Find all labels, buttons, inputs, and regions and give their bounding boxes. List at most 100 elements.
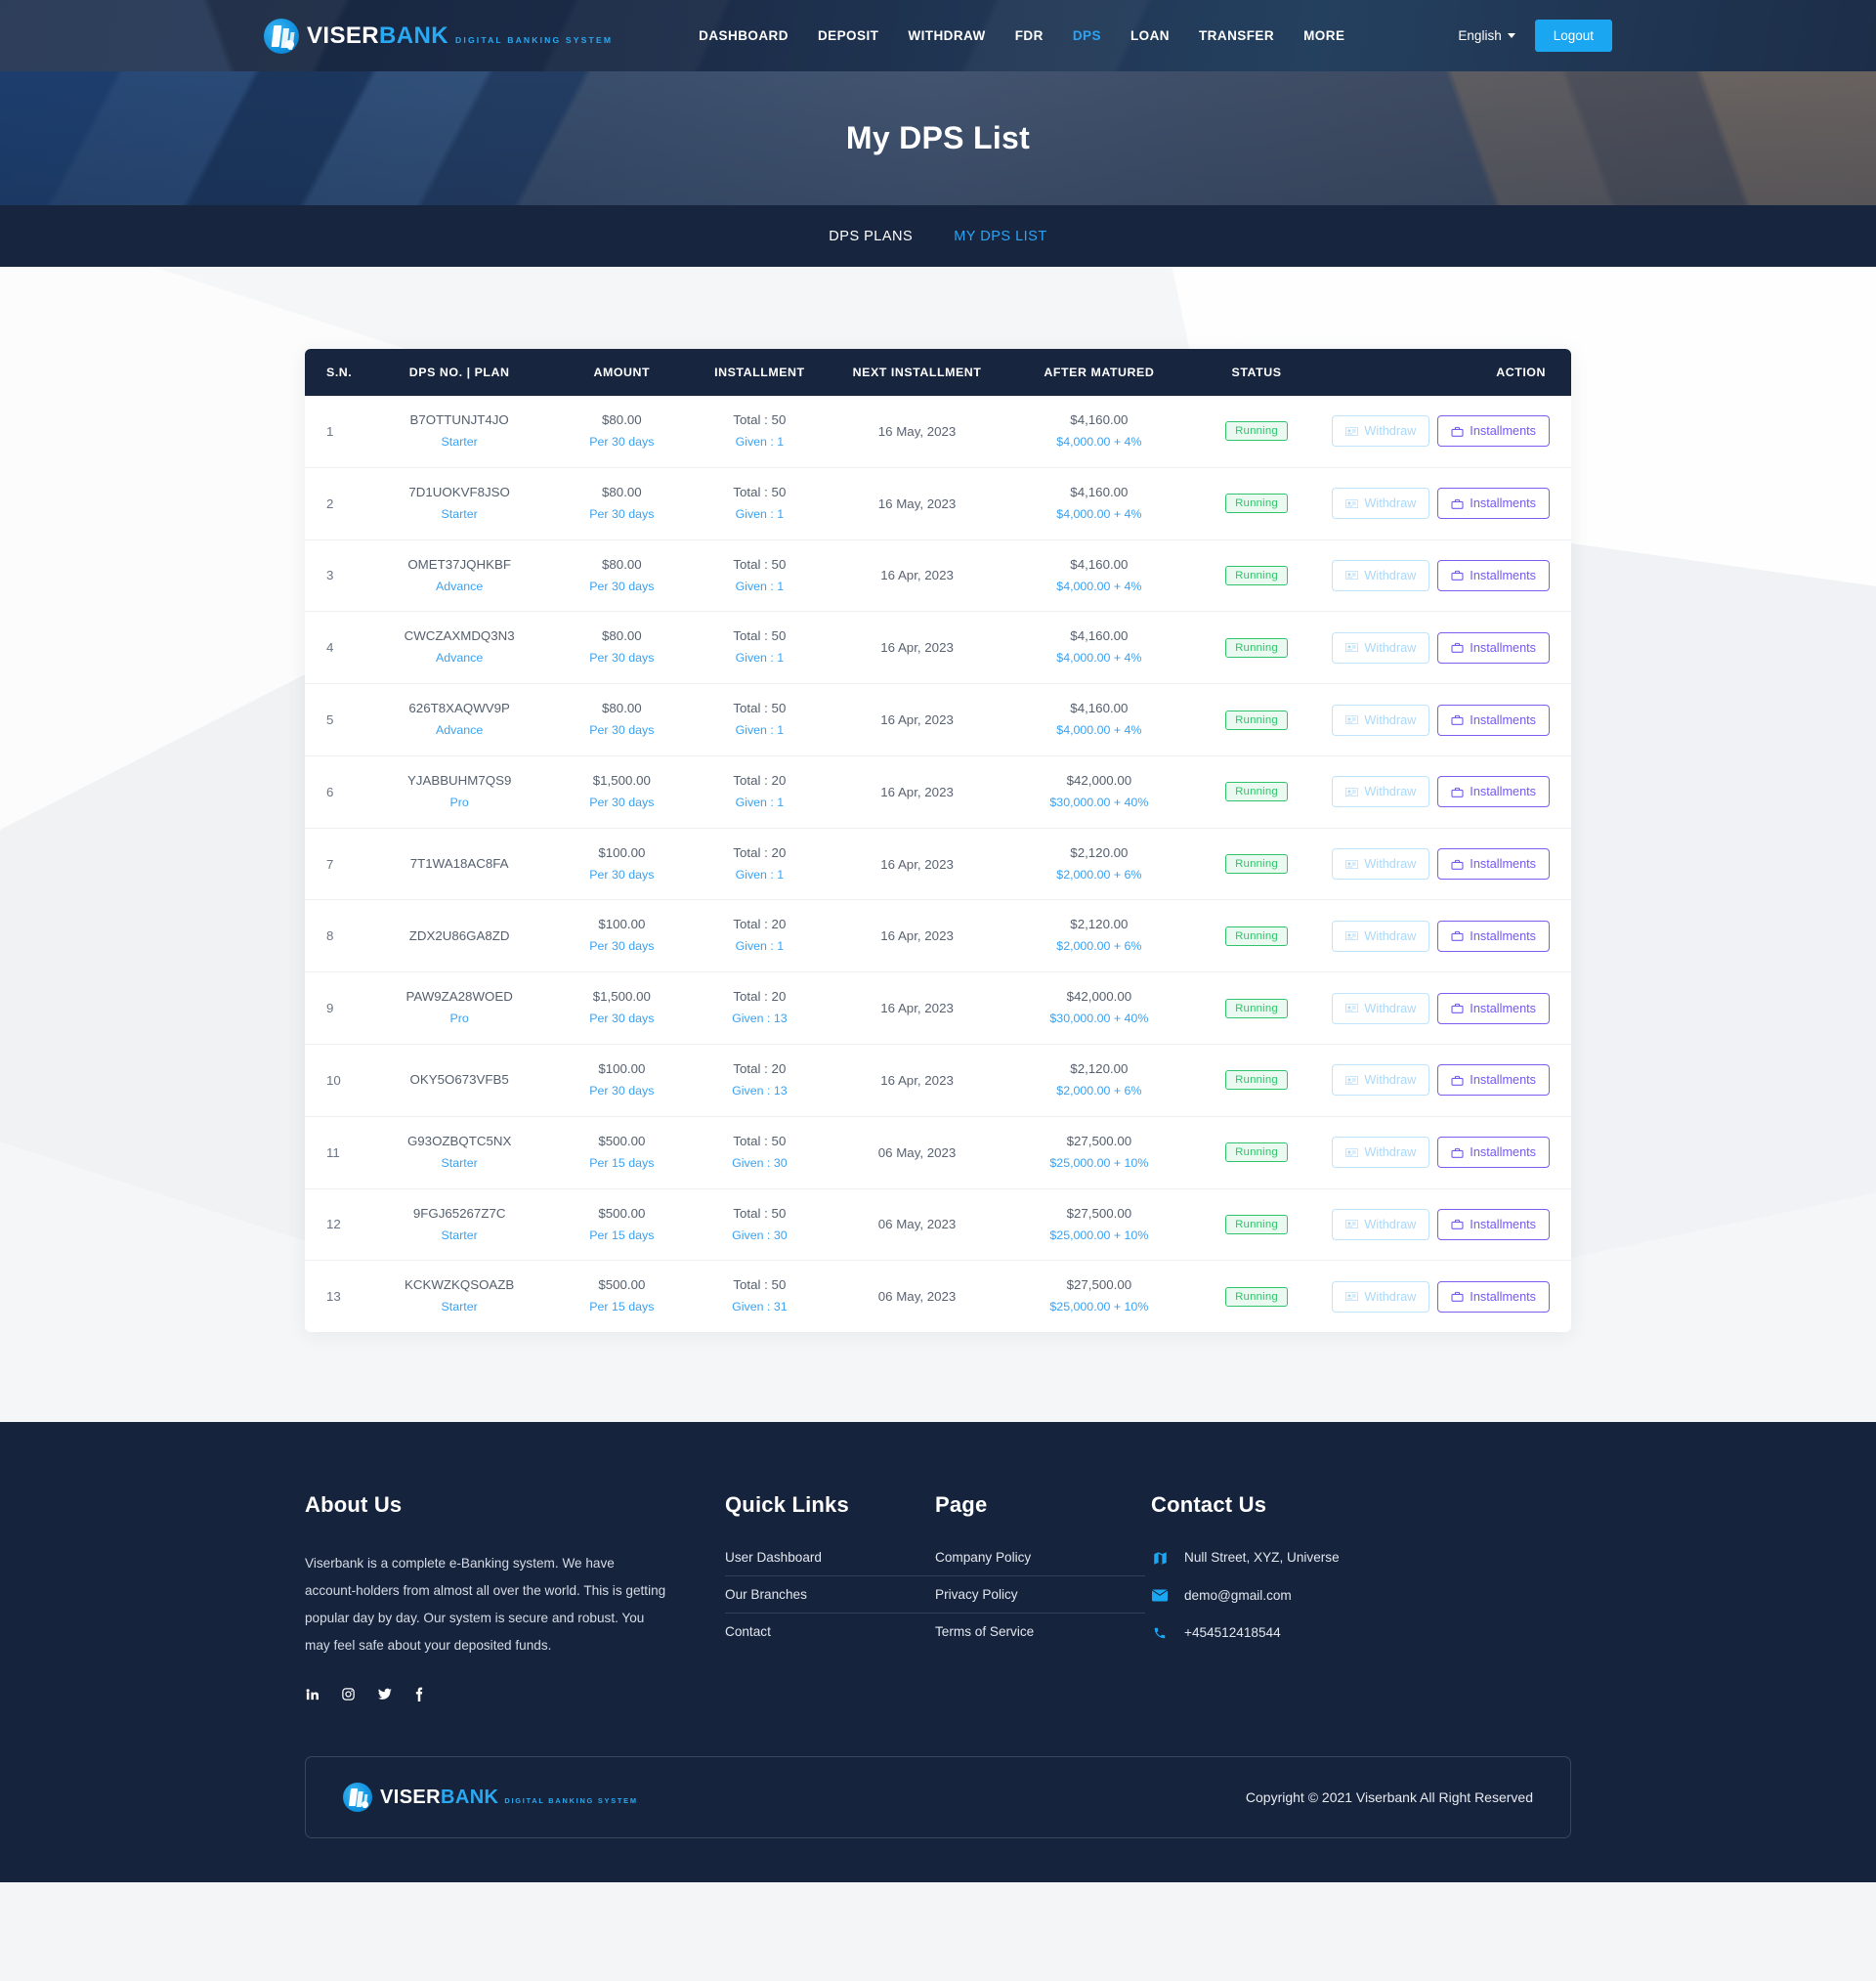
cell-amount-value: $80.00 bbox=[602, 701, 642, 716]
withdraw-button[interactable]: Withdraw bbox=[1332, 559, 1430, 591]
installments-button-label: Installments bbox=[1470, 640, 1536, 655]
installments-button[interactable]: Installments bbox=[1437, 776, 1550, 808]
cell-next-installment: 16 Apr, 2023 bbox=[828, 899, 1006, 973]
withdraw-button[interactable]: Withdraw bbox=[1332, 776, 1430, 808]
footer-link-privacy-policy[interactable]: Privacy Policy bbox=[935, 1576, 1145, 1613]
instagram-icon[interactable] bbox=[341, 1687, 356, 1701]
installments-button[interactable]: Installments bbox=[1437, 1208, 1550, 1240]
nav-item-loan[interactable]: LOAN bbox=[1130, 28, 1170, 43]
cell-dps-plan: 9FGJ65267Z7C Starter bbox=[365, 1188, 553, 1262]
installments-button[interactable]: Installments bbox=[1437, 848, 1550, 881]
withdraw-button[interactable]: Withdraw bbox=[1332, 415, 1430, 448]
cell-sn: 6 bbox=[305, 755, 366, 829]
footer-contact-address: Null Street, XYZ, Universe bbox=[1151, 1550, 1571, 1566]
cell-amount: $500.00 Per 15 days bbox=[553, 1261, 691, 1332]
cell-matured-value: $4,160.00 bbox=[1070, 412, 1129, 427]
footer-contact-phone: +454512418544 bbox=[1151, 1625, 1571, 1640]
cell-dps-plan: OMET37JQHKBF Advance bbox=[365, 539, 553, 613]
installments-button[interactable]: Installments bbox=[1437, 415, 1550, 448]
cell-plan: Starter bbox=[441, 434, 478, 449]
cell-status: Running bbox=[1192, 755, 1321, 829]
cell-next-installment: 16 Apr, 2023 bbox=[828, 1044, 1006, 1117]
installments-button[interactable]: Installments bbox=[1437, 631, 1550, 664]
cell-amount: $80.00 Per 30 days bbox=[552, 396, 691, 468]
table-row: 7 7T1WA18AC8FA $100.00 Per 30 days Total : 2… bbox=[305, 828, 1571, 901]
cell-amount-period: Per 30 days bbox=[589, 723, 655, 738]
nav-item-deposit[interactable]: DEPOSIT bbox=[818, 28, 878, 43]
withdraw-button[interactable]: Withdraw bbox=[1332, 704, 1430, 736]
footer-link-our-branches[interactable]: Our Branches bbox=[725, 1576, 935, 1613]
withdraw-button[interactable]: Withdraw bbox=[1332, 1064, 1430, 1097]
footer-link-terms-of-service[interactable]: Terms of Service bbox=[935, 1614, 1145, 1650]
cell-dps-plan: PAW9ZA28WOED Pro bbox=[365, 971, 553, 1046]
logout-button[interactable]: Logout bbox=[1534, 20, 1612, 52]
cell-amount: $1,500.00 Per 30 days bbox=[552, 755, 691, 829]
tab-dps-plans[interactable]: DPS PLANS bbox=[829, 229, 913, 244]
installments-button[interactable]: Installments bbox=[1437, 488, 1550, 520]
withdraw-button[interactable]: Withdraw bbox=[1332, 631, 1430, 664]
cell-amount: $80.00 Per 30 days bbox=[552, 467, 691, 540]
withdraw-button[interactable]: Withdraw bbox=[1332, 1208, 1430, 1240]
withdraw-button[interactable]: Withdraw bbox=[1332, 488, 1430, 520]
cell-installment-given: Given : 1 bbox=[735, 795, 785, 809]
envelope-icon bbox=[1151, 1589, 1169, 1602]
list-item: Contact bbox=[725, 1614, 935, 1650]
cell-amount-period: Per 15 days bbox=[589, 1227, 655, 1242]
cell-installment: Total : 20 Given : 1 bbox=[690, 828, 829, 901]
nav-item-dps[interactable]: DPS bbox=[1073, 28, 1101, 43]
withdraw-button[interactable]: Withdraw bbox=[1332, 1137, 1430, 1169]
installments-button[interactable]: Installments bbox=[1437, 1137, 1550, 1169]
footer-logo[interactable]: VISERBANK DIGITAL BANKING SYSTEM bbox=[343, 1782, 638, 1812]
footer-link-user-dashboard[interactable]: User Dashboard bbox=[725, 1550, 935, 1575]
installments-button[interactable]: Installments bbox=[1437, 992, 1550, 1024]
installments-button[interactable]: Installments bbox=[1437, 1064, 1550, 1097]
facebook-icon[interactable] bbox=[414, 1687, 424, 1701]
nav-item-more[interactable]: MORE bbox=[1303, 28, 1344, 43]
cell-plan: Pro bbox=[449, 1012, 469, 1026]
cell-amount-value: $1,500.00 bbox=[592, 772, 651, 788]
tab-my-dps-list[interactable]: MY DPS LIST bbox=[954, 229, 1046, 244]
cell-amount-value: $80.00 bbox=[602, 556, 642, 572]
cell-next-installment: 16 May, 2023 bbox=[828, 396, 1006, 468]
site-logo[interactable]: VISERBANK DIGITAL BANKING SYSTEM bbox=[264, 18, 613, 54]
cell-amount-value: $500.00 bbox=[598, 1133, 646, 1148]
nav-item-fdr[interactable]: FDR bbox=[1015, 28, 1044, 43]
withdraw-button[interactable]: Withdraw bbox=[1332, 920, 1430, 952]
withdraw-button[interactable]: Withdraw bbox=[1332, 992, 1430, 1024]
installments-button[interactable]: Installments bbox=[1437, 704, 1550, 736]
cell-after-matured: $27,500.00 $25,000.00 + 10% bbox=[1005, 1188, 1193, 1262]
cell-installment-total: Total : 50 bbox=[733, 412, 787, 427]
footer-link-company-policy[interactable]: Company Policy bbox=[935, 1550, 1145, 1575]
status-badge: Running bbox=[1225, 637, 1288, 658]
footer-quick-links-column: Quick Links User Dashboard Our Branches … bbox=[725, 1492, 935, 1701]
cell-installment-given: Given : 13 bbox=[732, 1083, 788, 1098]
cell-status: Running bbox=[1192, 539, 1321, 613]
cell-next-installment: 16 May, 2023 bbox=[828, 467, 1006, 540]
cell-installment-total: Total : 50 bbox=[733, 1277, 787, 1293]
table-row: 3 OMET37JQHKBF Advance $80.00 Per 30 days Tot… bbox=[305, 539, 1571, 613]
cell-amount-period: Per 15 days bbox=[589, 1155, 655, 1170]
footer-page-title: Page bbox=[935, 1492, 988, 1518]
list-item: User Dashboard bbox=[725, 1550, 935, 1577]
nav-item-transfer[interactable]: TRANSFER bbox=[1199, 28, 1274, 43]
linkedin-icon[interactable] bbox=[305, 1687, 320, 1701]
cell-installment-given: Given : 1 bbox=[735, 579, 785, 593]
footer-link-contact[interactable]: Contact bbox=[725, 1614, 935, 1650]
status-badge: Running bbox=[1225, 1070, 1288, 1091]
withdraw-button[interactable]: Withdraw bbox=[1332, 1280, 1430, 1313]
cell-amount: $100.00 Per 30 days bbox=[552, 828, 691, 901]
cell-sn: 1 bbox=[305, 396, 366, 468]
nav-item-withdraw[interactable]: WITHDRAW bbox=[908, 28, 985, 43]
cell-dps-number: G93OZBQTC5NX bbox=[406, 1133, 512, 1148]
twitter-icon[interactable] bbox=[377, 1687, 393, 1701]
nav-item-dashboard[interactable]: DASHBOARD bbox=[699, 28, 789, 43]
language-selector[interactable]: English bbox=[1458, 28, 1515, 43]
installments-button[interactable]: Installments bbox=[1437, 559, 1550, 591]
withdraw-button[interactable]: Withdraw bbox=[1332, 848, 1430, 881]
cell-dps-plan: G93OZBQTC5NX Starter bbox=[365, 1116, 553, 1189]
cell-sn: 13 bbox=[326, 1289, 341, 1305]
installments-button[interactable]: Installments bbox=[1437, 1280, 1550, 1313]
cell-plan: Starter bbox=[441, 506, 478, 521]
installments-button[interactable]: Installments bbox=[1437, 920, 1550, 952]
cell-action: Withdraw Installments bbox=[1320, 1044, 1571, 1117]
